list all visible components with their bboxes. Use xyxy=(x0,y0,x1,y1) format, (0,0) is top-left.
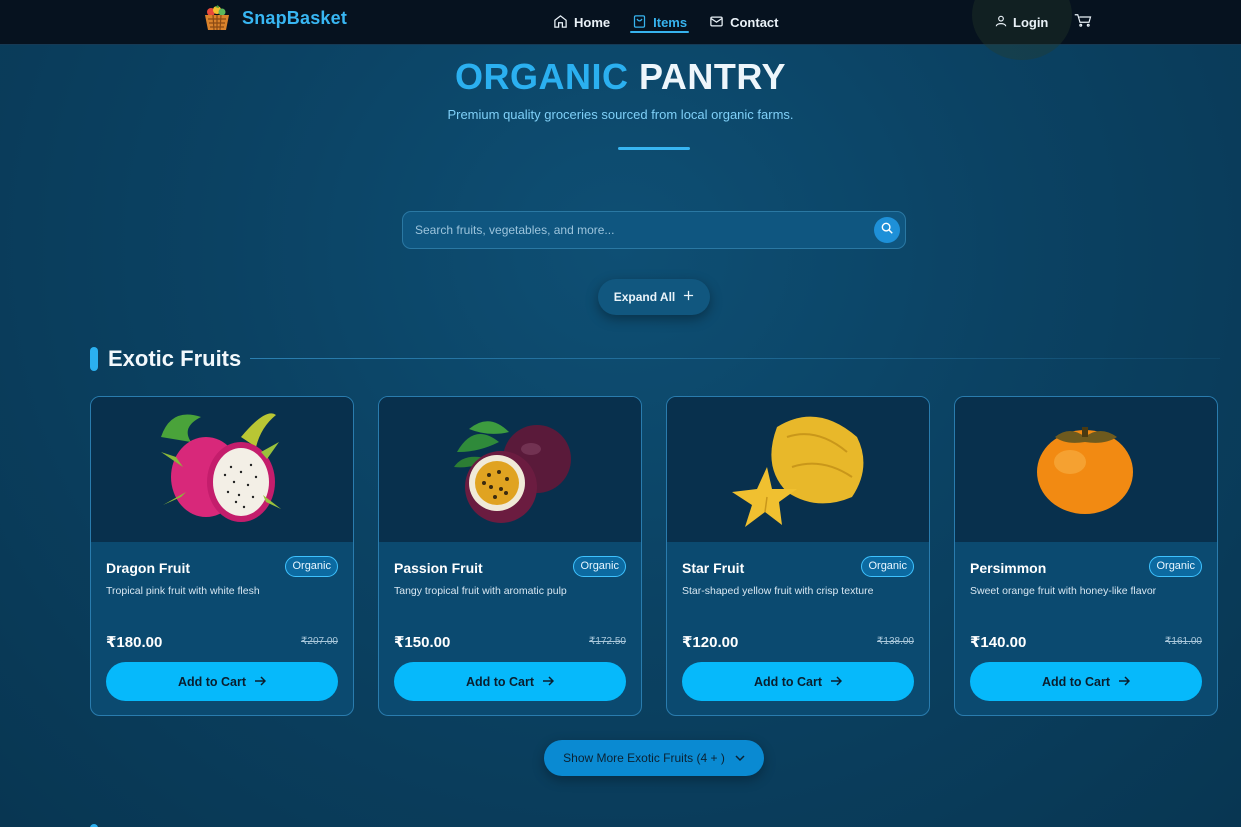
arrow-right-icon xyxy=(1118,675,1131,689)
add-to-cart-label: Add to Cart xyxy=(177,674,247,689)
login-label: Login xyxy=(1013,15,1049,30)
product-price: ₹140.00 xyxy=(970,634,1027,651)
cart-icon[interactable] xyxy=(1074,13,1092,32)
product-name: Persimmon xyxy=(970,560,1047,576)
expand-all-label: Expand All xyxy=(613,290,676,304)
product-card[interactable]: Passion Fruit Organic Tangy tropical fru… xyxy=(378,396,642,716)
arrow-right-icon xyxy=(254,675,267,689)
page-subtitle: Premium quality groceries sourced from l… xyxy=(447,107,794,122)
home-icon xyxy=(553,14,568,32)
product-price: ₹150.00 xyxy=(394,634,451,651)
search-bar xyxy=(402,211,906,249)
product-description: Tropical pink fruit with white flesh xyxy=(106,585,260,597)
brand-name: SnapBasket xyxy=(242,7,348,28)
product-card[interactable]: Star Fruit Organic Star-shaped yellow fr… xyxy=(666,396,930,716)
add-to-cart-button[interactable]: Add to Cart xyxy=(682,662,914,701)
nav-contact-label: Contact xyxy=(730,15,779,30)
product-old-price: ₹161.00 xyxy=(1165,636,1202,647)
search-icon xyxy=(880,221,894,240)
product-image-persimmon xyxy=(955,397,1217,542)
section-accent-bar xyxy=(90,347,98,371)
page-title-accent: ORGANIC xyxy=(454,56,629,97)
add-to-cart-button[interactable]: Add to Cart xyxy=(394,662,626,701)
login-button[interactable]: Login xyxy=(994,14,1048,31)
nav-home-label: Home xyxy=(574,15,611,30)
nav-home[interactable]: Home xyxy=(553,0,610,45)
add-to-cart-label: Add to Cart xyxy=(1041,674,1111,689)
mail-icon xyxy=(709,14,724,32)
product-image-passion-fruit xyxy=(379,397,641,542)
search-button[interactable] xyxy=(874,217,900,243)
page-title: ORGANIC PANTRY xyxy=(0,56,1241,98)
product-card[interactable]: Dragon Fruit Organic Tropical pink fruit… xyxy=(90,396,354,716)
nav-links: Home Items Contact xyxy=(553,0,778,45)
search-input[interactable] xyxy=(415,212,855,248)
title-divider xyxy=(618,147,690,150)
arrow-right-icon xyxy=(830,675,843,689)
product-price: ₹120.00 xyxy=(682,634,739,651)
show-more-button[interactable]: Show More Exotic Fruits (4 + ) xyxy=(544,740,764,776)
organic-badge: Organic xyxy=(1149,556,1202,577)
product-description: Star-shaped yellow fruit with crisp text… xyxy=(682,585,874,597)
organic-badge: Organic xyxy=(573,556,626,577)
user-icon xyxy=(994,14,1008,31)
product-name: Star Fruit xyxy=(682,560,745,576)
navbar: SnapBasket Home Items Contact Login xyxy=(0,0,1241,60)
basket-logo-icon xyxy=(202,4,232,32)
bag-icon xyxy=(632,14,647,32)
show-more-label: Show More Exotic Fruits (4 + ) xyxy=(563,751,725,765)
product-price: ₹180.00 xyxy=(106,634,163,651)
product-card[interactable]: Persimmon Organic Sweet orange fruit wit… xyxy=(954,396,1218,716)
product-name: Passion Fruit xyxy=(394,560,483,576)
product-name: Dragon Fruit xyxy=(106,560,190,576)
page-title-main: PANTRY xyxy=(639,56,786,97)
arrow-right-icon xyxy=(542,675,555,689)
add-to-cart-button[interactable]: Add to Cart xyxy=(970,662,1202,701)
brand[interactable]: SnapBasket xyxy=(202,4,347,32)
product-description: Sweet orange fruit with honey-like flavo… xyxy=(970,585,1157,597)
plus-icon xyxy=(683,290,694,304)
add-to-cart-label: Add to Cart xyxy=(753,674,823,689)
organic-badge: Organic xyxy=(861,556,914,577)
nav-items[interactable]: Items xyxy=(630,0,690,45)
product-old-price: ₹172.50 xyxy=(589,636,626,647)
product-image-star-fruit xyxy=(667,397,929,542)
organic-badge: Organic xyxy=(285,556,338,577)
add-to-cart-label: Add to Cart xyxy=(465,674,535,689)
section-title: Exotic Fruits xyxy=(108,346,242,371)
product-old-price: ₹138.00 xyxy=(877,636,914,647)
product-image-dragon-fruit xyxy=(91,397,353,542)
nav-contact[interactable]: Contact xyxy=(709,0,778,45)
add-to-cart-button[interactable]: Add to Cart xyxy=(106,662,338,701)
nav-items-label: Items xyxy=(653,15,688,30)
expand-all-button[interactable]: Expand All xyxy=(598,279,710,315)
section-divider xyxy=(250,358,1220,359)
chevron-down-icon xyxy=(735,751,745,765)
product-old-price: ₹207.00 xyxy=(301,636,338,647)
product-description: Tangy tropical fruit with aromatic pulp xyxy=(394,585,567,597)
nav-right: Login xyxy=(994,0,1092,45)
